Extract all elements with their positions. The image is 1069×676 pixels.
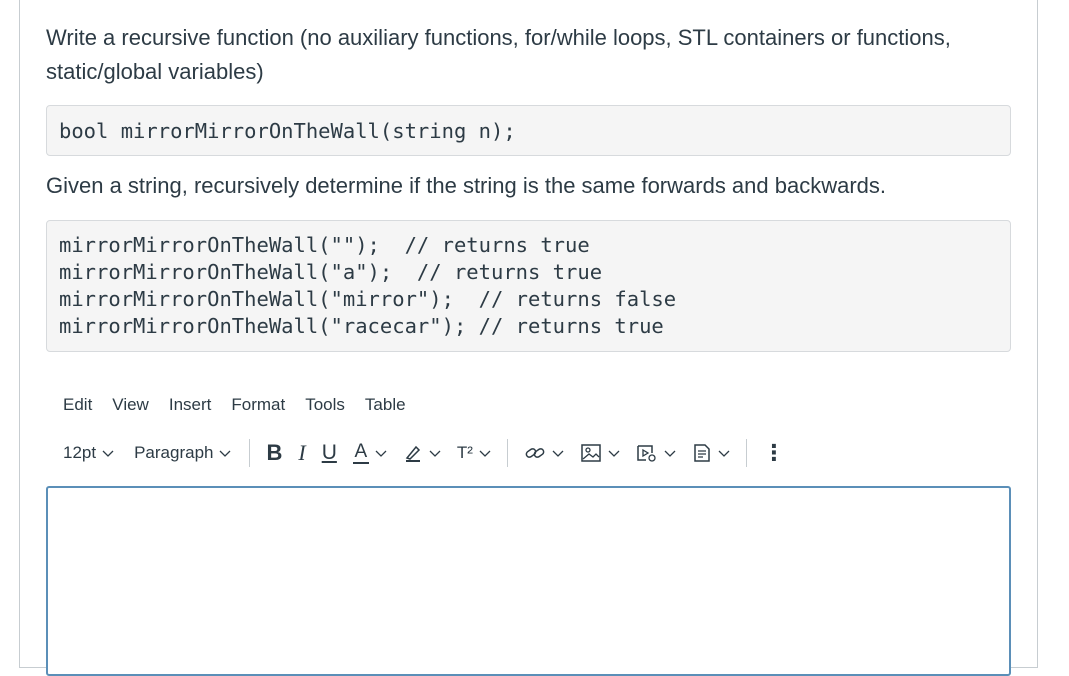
toolbar-divider [506,439,508,467]
example-line: mirrorMirrorOnTheWall("mirror"); // retu… [59,287,677,311]
editor-toolbar: 12pt Paragraph B I U A T² ⋮ [53,436,793,470]
image-icon [581,444,601,462]
italic-icon: I [298,440,306,465]
more-icon: ⋮ [762,440,785,465]
question-description: Given a string, recursively determine if… [46,173,887,198]
toolbar-divider [745,439,747,467]
menu-tools[interactable]: Tools [295,392,355,418]
superscript-button[interactable]: T² [449,437,499,469]
text-color-bar [352,461,369,464]
example-line: mirrorMirrorOnTheWall("racecar"); // ret… [59,314,664,338]
function-signature-code: bool mirrorMirrorOnTheWall(string n); [46,105,1011,156]
link-button[interactable] [516,437,572,469]
chevron-down-icon [718,450,730,457]
italic-button[interactable]: I [290,437,313,469]
chevron-down-icon [552,450,564,457]
menu-edit[interactable]: Edit [53,392,102,418]
block-format-value: Paragraph [134,443,214,462]
more-options-button[interactable]: ⋮ [755,437,793,469]
media-icon [637,445,656,462]
link-icon [525,448,545,458]
menu-insert[interactable]: Insert [159,392,222,418]
image-button[interactable] [572,437,628,469]
font-size-value: 12pt [63,443,97,462]
example-line: mirrorMirrorOnTheWall("a"); // returns t… [59,260,603,284]
chevron-down-icon [664,450,676,457]
bold-button[interactable]: B [258,437,290,469]
text-color-button[interactable]: A [345,437,395,469]
toolbar-divider [249,439,251,467]
menu-table[interactable]: Table [355,392,416,418]
superscript-icon: T² [456,443,473,462]
underline-icon: U [321,441,337,464]
menu-view[interactable]: View [102,392,159,418]
menu-format[interactable]: Format [221,392,295,418]
underline-button[interactable]: U [314,437,345,469]
examples-code: mirrorMirrorOnTheWall(""); // returns tr… [46,220,1011,352]
rich-text-editor-area[interactable] [46,486,1011,676]
chevron-down-icon [608,450,620,457]
example-line: mirrorMirrorOnTheWall(""); // returns tr… [59,233,590,257]
bold-icon: B [266,440,283,465]
text-color-letter: A [354,440,368,462]
editor-menubar: Edit View Insert Format Tools Table [53,392,416,418]
text-color-icon: A [352,440,369,464]
font-size-dropdown[interactable]: 12pt [53,437,124,469]
chevron-down-icon [220,450,231,457]
block-format-dropdown[interactable]: Paragraph [124,437,241,469]
highlighter-icon [405,445,420,462]
question-panel: Write a recursive function (no auxiliary… [19,0,1038,676]
chevron-down-icon [479,450,491,457]
chevron-down-icon [429,450,441,457]
question-prompt: Write a recursive function (no auxiliary… [46,25,951,84]
chevron-down-icon [375,450,387,457]
document-icon [694,444,710,462]
highlight-color-button[interactable] [395,437,449,469]
media-button[interactable] [628,437,684,469]
document-button[interactable] [684,437,738,469]
chevron-down-icon [102,450,114,457]
